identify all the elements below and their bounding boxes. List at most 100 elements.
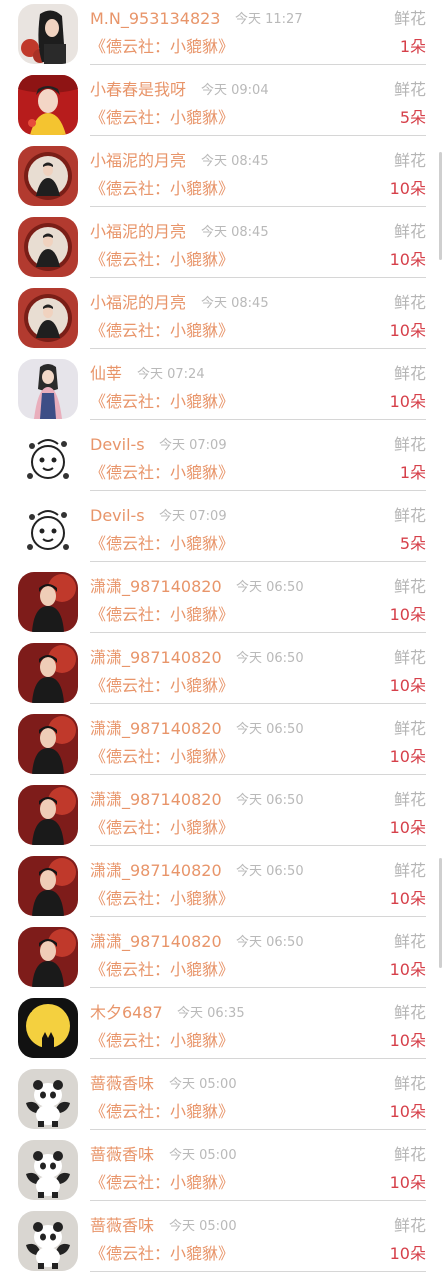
sender-name[interactable]: 小福泥的月亮 [90, 150, 186, 172]
work-title-link[interactable]: 《德云社：小貔貅》 [90, 959, 234, 981]
gift-type: 鲜花 [393, 1074, 426, 1093]
work-title-link[interactable]: 《德云社：小貔貅》 [90, 1101, 234, 1123]
list-item[interactable]: 潇潇_987140820 今天 06:50 鲜花 《德云社：小貔貅》 10朵 [0, 635, 444, 706]
row-divider [90, 1271, 426, 1272]
list-item[interactable]: 潇潇_987140820 今天 06:50 鲜花《德云社：小貔貅》 10朵 [0, 564, 444, 635]
list-item[interactable]: 小福泥的月亮 今天 08:45 鲜花 《德云社：小貔貅》 10朵 [0, 280, 444, 351]
list-item[interactable]: 潇潇_987140820 今天 06:50 鲜花 《德云社：小貔貅》 10朵 [0, 919, 444, 990]
sender-name[interactable]: 蔷薇香味 [90, 1215, 154, 1237]
gift-type: 鲜花 [393, 1003, 426, 1022]
avatar-panda[interactable] [18, 1211, 78, 1271]
work-title-link[interactable]: 《德云社：小貔貅》 [90, 1172, 234, 1194]
gift-type: 鲜花 [393, 506, 426, 525]
gift-type: 鲜花 [393, 577, 426, 596]
work-title-link[interactable]: 《德云社：小貔貅》 [90, 817, 234, 839]
avatar-performer-red-frame[interactable] [18, 146, 78, 206]
gift-count: 10朵 [389, 818, 426, 837]
gift-count: 5朵 [399, 534, 426, 553]
gift-count: 1朵 [399, 463, 426, 482]
work-title-link[interactable]: 《德云社：小貔貅》 [90, 320, 234, 342]
gift-count: 10朵 [389, 1102, 426, 1121]
avatar-girl-red-flowers[interactable] [18, 4, 78, 64]
list-item[interactable]: 蔷薇香味 今天 05:00 鲜花 《德云社：小貔貅》 10朵 [0, 1061, 444, 1132]
gift-count: 10朵 [389, 392, 426, 411]
sender-name[interactable]: 木夕6487 [90, 1002, 163, 1024]
work-title-link[interactable]: 《德云社：小貔貅》 [90, 249, 234, 271]
work-title-link[interactable]: 《德云社：小貔貅》 [90, 107, 234, 129]
list-item[interactable]: 蔷薇香味 今天 05:00 鲜花 《德云社：小貔貅》 10朵 [0, 1132, 444, 1203]
avatar-man-dark-red[interactable] [18, 572, 78, 632]
avatar-man-dark-red[interactable] [18, 785, 78, 845]
sender-name[interactable]: M.N_953134823 [90, 8, 220, 30]
avatar-performer-red-frame[interactable] [18, 288, 78, 348]
row-divider [90, 277, 426, 278]
gift-record-list[interactable]: M.N_953134823 今天 11:27 鲜花 《德云社：小貔貅》 1朵 小春春是我呀… [0, 0, 444, 1280]
work-title-link[interactable]: 《德云社：小貔貅》 [90, 533, 234, 555]
list-item[interactable]: 潇潇_987140820 今天 06:50 鲜花 《德云社：小貔貅》 10朵 [0, 848, 444, 919]
row-divider [90, 348, 426, 349]
avatar-man-dark-red[interactable] [18, 856, 78, 916]
send-time: 今天 06:50 [236, 580, 304, 595]
work-title-link[interactable]: 《德云社：小貔貅》 [90, 178, 234, 200]
list-item[interactable]: 潇潇_987140820 今天 06:50 鲜花 《德云社：小貔貅》 10朵 [0, 706, 444, 777]
list-item[interactable]: 仙莘 今天 07:24 鲜花 《德云社：小貔貅》 10朵 [0, 351, 444, 422]
send-time: 今天 05:00 [169, 1148, 237, 1163]
sender-name[interactable]: 潇潇_987140820 [90, 789, 222, 811]
work-title-link[interactable]: 《德云社：小貔貅》 [90, 604, 234, 626]
work-title-link[interactable]: 《德云社：小貔貅》 [90, 675, 234, 697]
list-item[interactable]: 潇潇_987140820 今天 06:50 鲜花 《德云社：小貔貅》 10朵 [0, 777, 444, 848]
list-item[interactable]: 小春春是我呀 今天 09:04 鲜花 《德云社：小貔貅》 5朵 [0, 67, 444, 138]
avatar-cat-moon[interactable] [18, 998, 78, 1058]
sender-name[interactable]: 潇潇_987140820 [90, 576, 222, 598]
sender-name[interactable]: Devil-s [90, 434, 145, 456]
sender-name[interactable]: 潇潇_987140820 [90, 647, 222, 669]
work-title-link[interactable]: 《德云社：小貔貅》 [90, 746, 234, 768]
work-title-link[interactable]: 《德云社：小貔貅》 [90, 391, 234, 413]
sender-name[interactable]: 潇潇_987140820 [90, 931, 222, 953]
gift-count: 10朵 [389, 605, 426, 624]
sender-name[interactable]: 潇潇_987140820 [90, 860, 222, 882]
list-item[interactable]: 木夕6487 今天 06:35 鲜花 《德云社：小貔貅》 10朵 [0, 990, 444, 1061]
avatar-man-dark-red[interactable] [18, 714, 78, 774]
avatar-man-dark-red[interactable] [18, 643, 78, 703]
gift-type: 鲜花 [393, 790, 426, 809]
sender-name[interactable]: 潇潇_987140820 [90, 718, 222, 740]
row-divider [90, 774, 426, 775]
work-title-link[interactable]: 《德云社：小貔貅》 [90, 888, 234, 910]
list-item[interactable]: 小福泥的月亮 今天 08:45 鲜花 《德云社：小貔貅》 10朵 [0, 138, 444, 209]
send-time: 今天 08:45 [201, 154, 269, 169]
avatar-performer-red-frame[interactable] [18, 217, 78, 277]
avatar-man-dark-red[interactable] [18, 927, 78, 987]
avatar-hanfu-girl[interactable] [18, 359, 78, 419]
work-title-link[interactable]: 《德云社：小貔貅》 [90, 462, 234, 484]
sender-name[interactable]: 小春春是我呀 [90, 79, 186, 101]
gift-count: 10朵 [389, 676, 426, 695]
gift-count: 10朵 [389, 179, 426, 198]
work-title-link[interactable]: 《德云社：小貔貅》 [90, 1243, 234, 1265]
send-time: 今天 06:50 [236, 935, 304, 950]
list-item[interactable]: Devil-s 今天 07:09 鲜花 《德云社：小貔貅》 5朵 [0, 493, 444, 564]
send-time: 今天 11:27 [235, 12, 303, 27]
row-divider [90, 916, 426, 917]
sender-name[interactable]: 小福泥的月亮 [90, 221, 186, 243]
sender-name[interactable]: 蔷薇香味 [90, 1144, 154, 1166]
work-title-link[interactable]: 《德云社：小貔貅》 [90, 1030, 234, 1052]
row-divider [90, 561, 426, 562]
sender-name[interactable]: Devil-s [90, 505, 145, 527]
sender-name[interactable]: 蔷薇香味 [90, 1073, 154, 1095]
sender-name[interactable]: 仙莘 [90, 363, 122, 385]
avatar-panda[interactable] [18, 1140, 78, 1200]
sender-name[interactable]: 小福泥的月亮 [90, 292, 186, 314]
row-divider [90, 1129, 426, 1130]
row-divider [90, 490, 426, 491]
avatar-costume-red[interactable] [18, 75, 78, 135]
list-item[interactable]: Devil-s 今天 07:09 鲜花 《德云社：小貔貅》 1朵 [0, 422, 444, 493]
avatar-panda[interactable] [18, 1069, 78, 1129]
list-item[interactable]: M.N_953134823 今天 11:27 鲜花 《德云社：小貔貅》 1朵 [0, 0, 444, 67]
list-item[interactable]: 小福泥的月亮 今天 08:45 鲜花 《德云社：小貔貅》 10朵 [0, 209, 444, 280]
work-title-link[interactable]: 《德云社：小貔貅》 [90, 36, 234, 58]
avatar-cartoon-doodle[interactable] [18, 501, 78, 561]
avatar-cartoon-doodle[interactable] [18, 430, 78, 490]
row-divider [90, 987, 426, 988]
list-item[interactable]: 蔷薇香味 今天 05:00 鲜花 《德云社：小貔貅》 10朵 [0, 1203, 444, 1274]
